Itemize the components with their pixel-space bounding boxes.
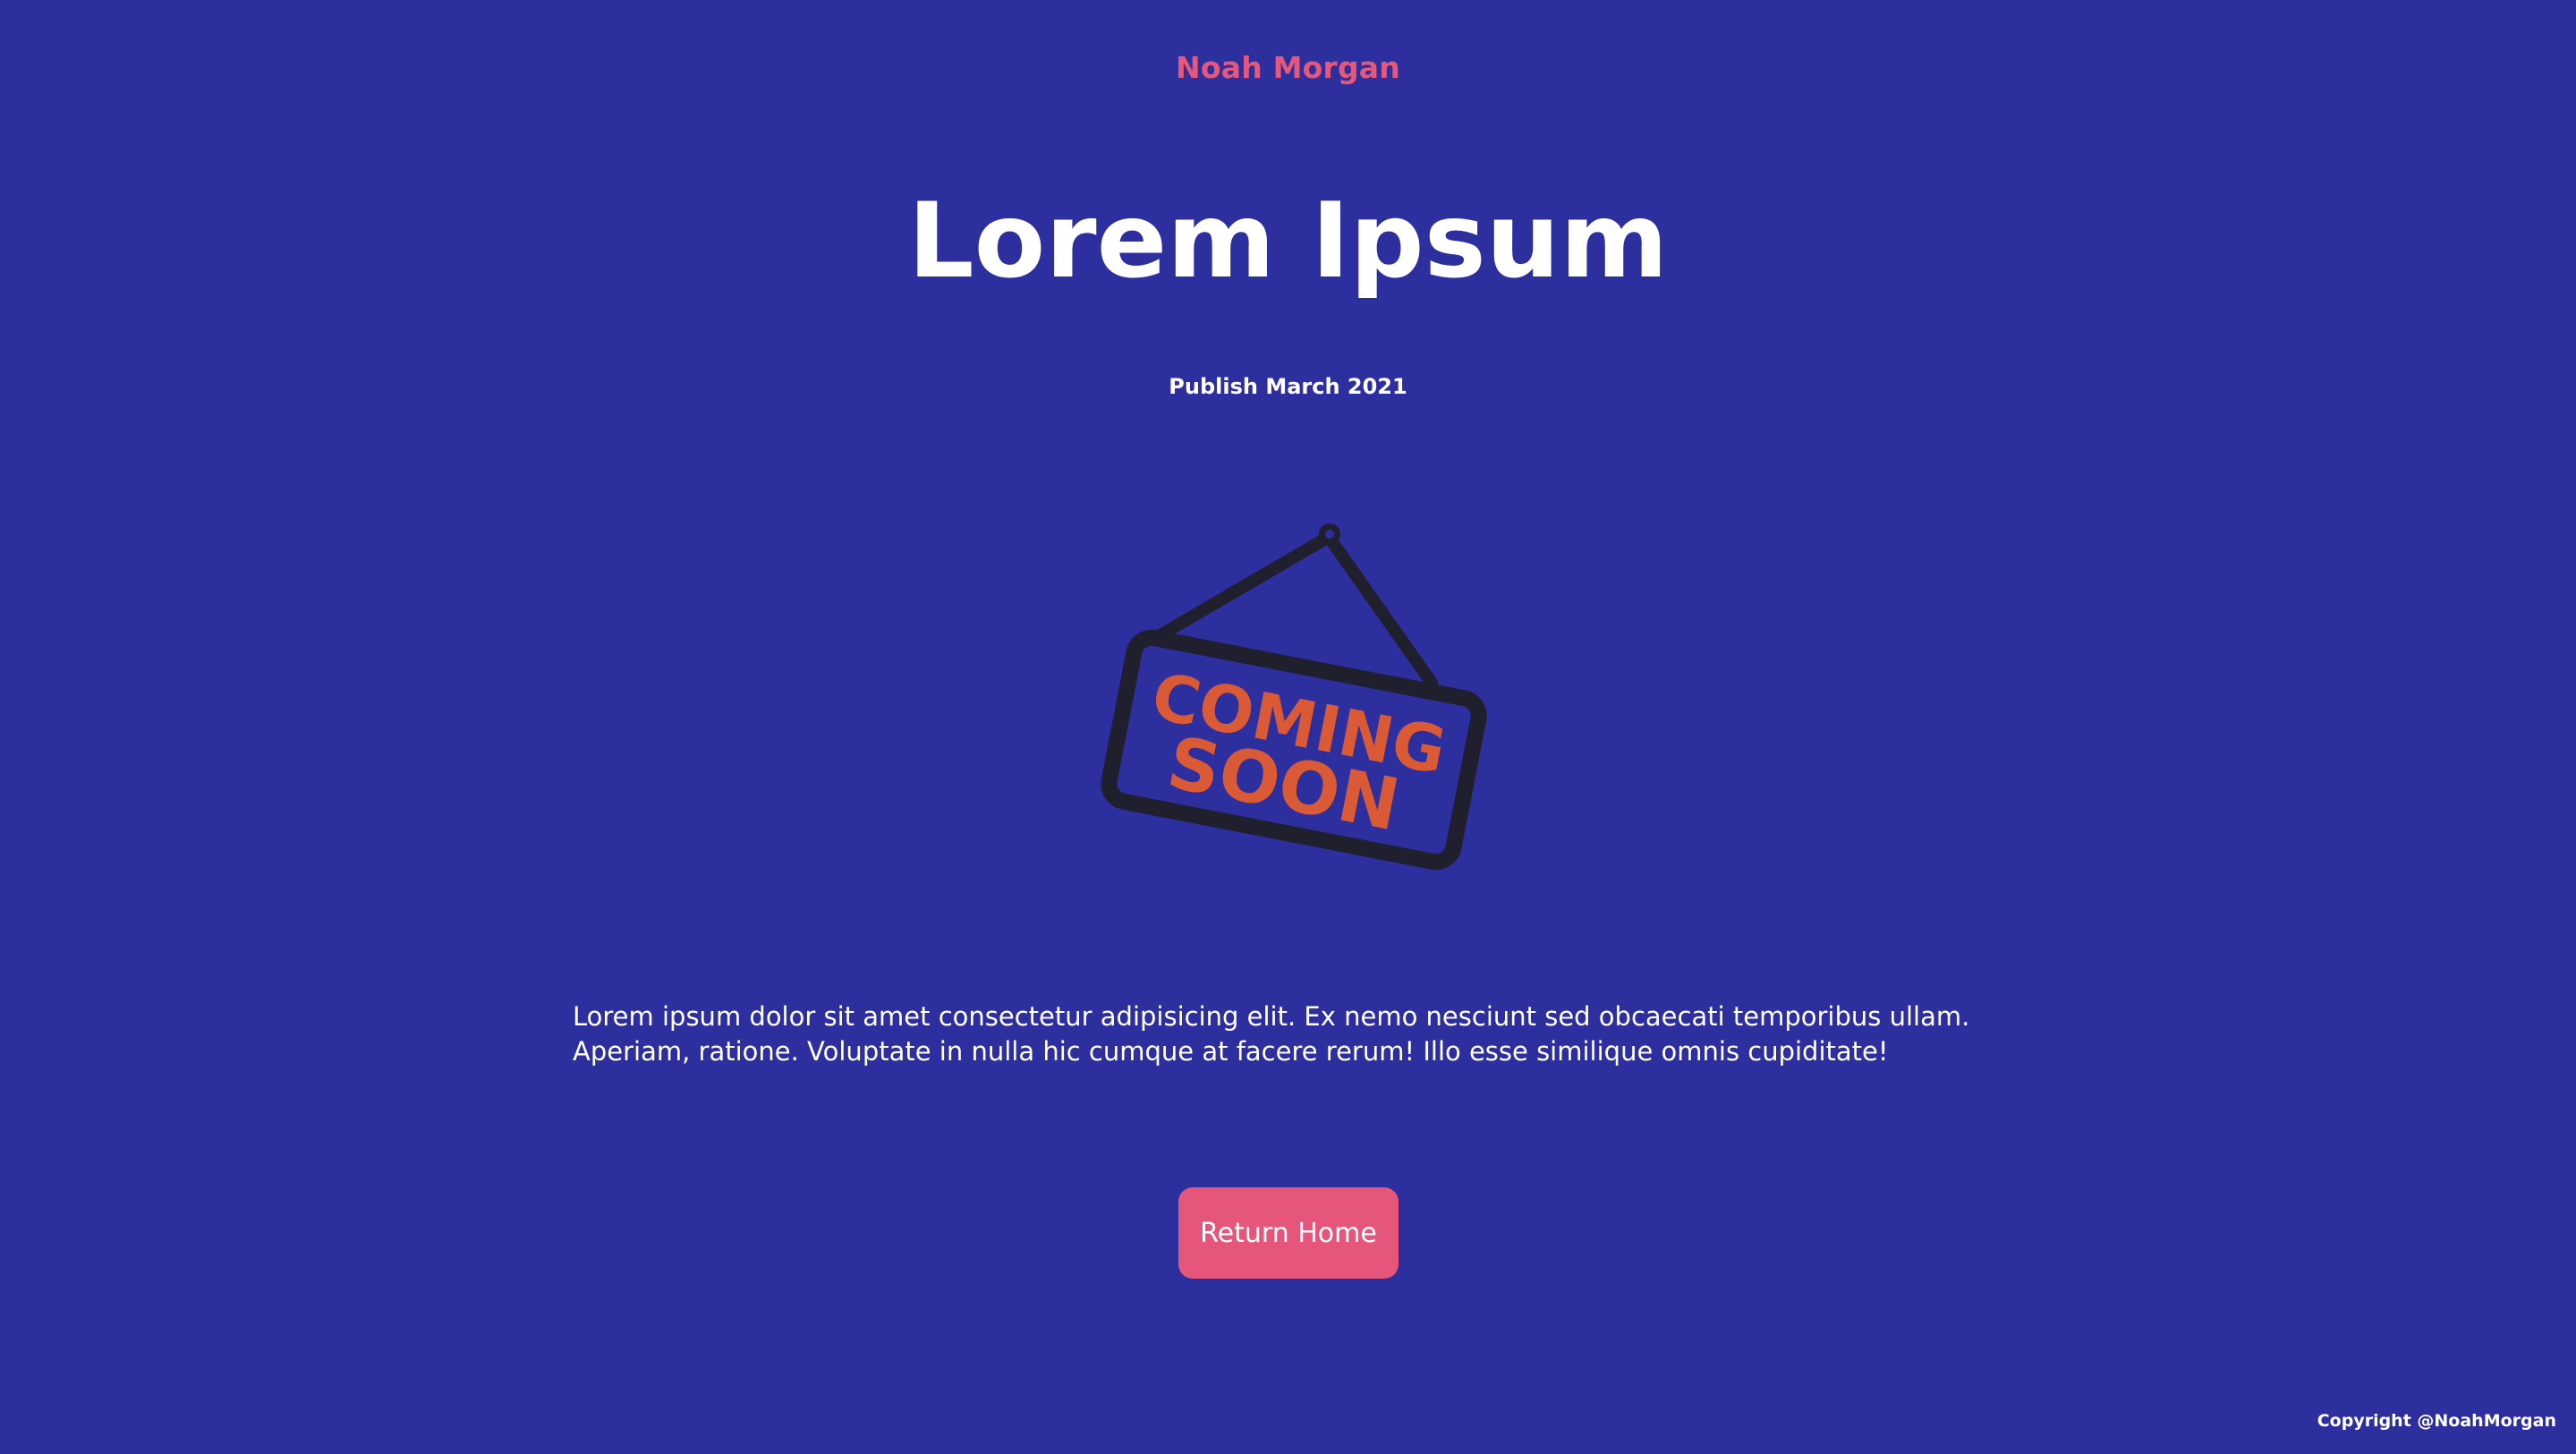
description-text: Lorem ipsum dolor sit amet consectetur a…	[573, 1001, 1970, 1067]
publish-date: Publish March 2021	[1169, 374, 1407, 399]
coming-soon-sign-icon: COMING SOON	[1083, 514, 1494, 890]
page: Noah Morgan Lorem Ipsum Publish March 20…	[0, 0, 2576, 1454]
page-title: Lorem Ipsum	[907, 181, 1669, 302]
return-home-button[interactable]: Return Home	[1178, 1187, 1399, 1279]
copyright-text: Copyright @NoahMorgan	[2317, 1411, 2556, 1431]
brand-name[interactable]: Noah Morgan	[0, 50, 2576, 85]
